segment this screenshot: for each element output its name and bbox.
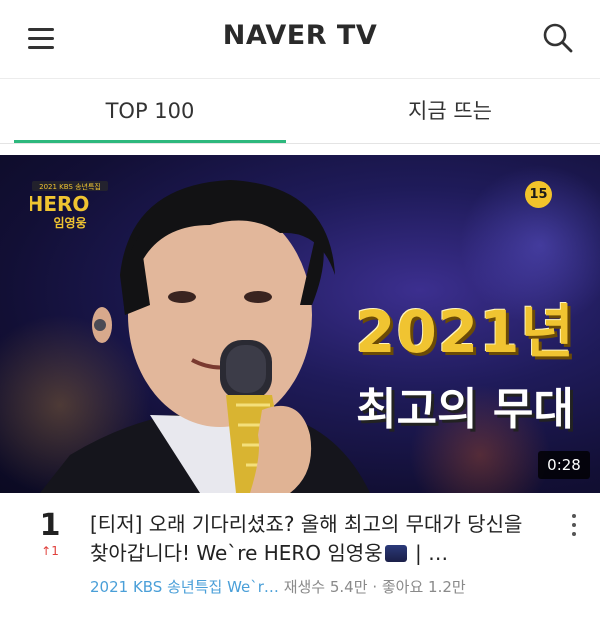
search-icon[interactable] bbox=[540, 20, 576, 56]
more-dot bbox=[572, 523, 576, 527]
more-dot bbox=[572, 532, 576, 536]
svg-text:임영웅: 임영웅 bbox=[53, 215, 86, 230]
tab-trending-now[interactable]: 지금 뜨는 bbox=[314, 79, 586, 143]
video-thumbnail[interactable]: 2021 KBS 송년특집 HERO 임영웅 15 2021년 최고의 무대 0… bbox=[0, 155, 600, 493]
rank-number: 1 bbox=[39, 508, 61, 543]
video-info: [티저] 오래 기다리셨죠? 올해 최고의 무대가 당신을 찾아갑니다! We`… bbox=[90, 510, 535, 597]
video-duration: 0:28 bbox=[538, 451, 590, 479]
video-title-ellipsis: | … bbox=[408, 541, 449, 565]
tab-bar: TOP 100 지금 뜨는 bbox=[0, 78, 600, 144]
rank-block: 1 ↑1 bbox=[30, 508, 70, 559]
thumbnail-overlay-year: 2021년 bbox=[355, 298, 575, 366]
more-options-icon[interactable] bbox=[566, 512, 582, 542]
active-tab-indicator bbox=[14, 140, 286, 143]
video-title[interactable]: [티저] 오래 기다리셨죠? 올해 최고의 무대가 당신을 찾아갑니다! We`… bbox=[90, 510, 535, 568]
fireworks-emoji-icon bbox=[384, 545, 407, 562]
age-rating-badge: 15 bbox=[525, 181, 552, 208]
svg-text:2021 KBS 송년특집: 2021 KBS 송년특집 bbox=[39, 182, 101, 191]
naver-tv-logo[interactable]: NAVER TV bbox=[0, 20, 600, 51]
like-count: 좋아요 1.2만 bbox=[381, 578, 466, 596]
rank-change-indicator: ↑1 bbox=[41, 544, 59, 558]
video-meta: 2021 KBS 송년특집 We`r… 재생수 5.4만 · 좋아요 1.2만 bbox=[90, 576, 535, 597]
show-logo-image: 2021 KBS 송년특집 HERO 임영웅 bbox=[30, 181, 108, 230]
app-header: NAVER TV bbox=[0, 0, 600, 78]
thumbnail-overlay-subtitle: 최고의 무대 bbox=[356, 384, 574, 435]
channel-link[interactable]: 2021 KBS 송년특집 We`r… bbox=[90, 578, 279, 596]
tab-top100[interactable]: TOP 100 bbox=[14, 79, 286, 143]
svg-text:HERO: HERO bbox=[30, 192, 89, 216]
more-dot bbox=[572, 514, 576, 518]
meta-separator: · bbox=[372, 578, 378, 596]
video-title-text: [티저] 오래 기다리셨죠? 올해 최고의 무대가 당신을 찾아갑니다! We`… bbox=[90, 512, 523, 565]
view-count: 재생수 5.4만 bbox=[283, 578, 368, 596]
